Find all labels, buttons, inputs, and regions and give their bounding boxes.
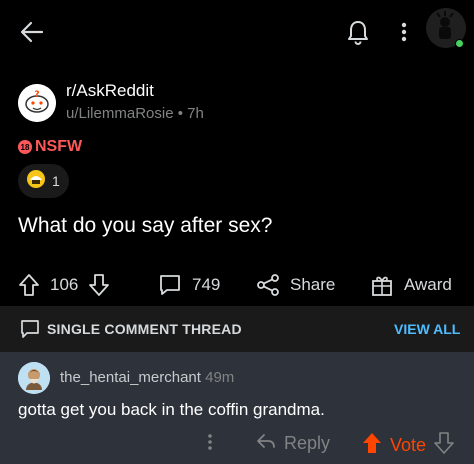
- commenter-avatar[interactable]: [18, 362, 50, 394]
- post-age: 7h: [187, 105, 204, 122]
- nsfw-tag: 18 NSFW: [18, 138, 82, 156]
- comment-more-icon[interactable]: [204, 432, 216, 452]
- thread-comment-icon: [20, 319, 40, 344]
- upvote-filled-icon[interactable]: [362, 432, 382, 459]
- reply-label: Reply: [284, 433, 331, 453]
- award-count: 1: [52, 173, 60, 189]
- comment-header: the_hentai_merchant 49m: [60, 369, 234, 386]
- award-helmet-icon: [26, 169, 46, 194]
- back-arrow-icon[interactable]: [18, 18, 46, 46]
- reply-button[interactable]: Reply: [256, 432, 330, 455]
- top-bar: [0, 0, 474, 64]
- comment-count: 749: [192, 275, 221, 294]
- vote-control: Vote: [362, 432, 454, 459]
- downvote-outline-icon[interactable]: [434, 432, 454, 459]
- award-button[interactable]: Award: [370, 270, 452, 300]
- post-meta: u/LilemmaRosie • 7h: [66, 105, 204, 122]
- bell-icon[interactable]: [344, 18, 372, 46]
- view-all-link[interactable]: VIEW ALL: [394, 321, 460, 337]
- nsfw-18-badge: 18: [18, 140, 32, 154]
- online-status-dot: [455, 39, 464, 48]
- meta-separator: •: [177, 105, 183, 122]
- award-label: Award: [404, 275, 452, 294]
- more-vertical-icon[interactable]: [394, 18, 414, 46]
- thread-label: SINGLE COMMENT THREAD: [47, 321, 242, 337]
- share-label: Share: [290, 275, 336, 294]
- upvote-arrow-icon[interactable]: [18, 273, 40, 297]
- comment-bubble-icon: [158, 273, 182, 297]
- vote-label: Vote: [390, 435, 427, 455]
- subreddit-icon[interactable]: ?: [18, 84, 56, 122]
- vote-group: 106: [18, 270, 110, 300]
- award-pill[interactable]: 1: [18, 164, 69, 198]
- comment-username[interactable]: the_hentai_merchant: [60, 369, 201, 386]
- reply-arrow-icon: [256, 432, 276, 455]
- nsfw-label: NSFW: [35, 138, 83, 155]
- share-button[interactable]: Share: [256, 270, 335, 300]
- comment-body: gotta get you back in the coffin grandma…: [18, 400, 325, 419]
- post-author[interactable]: u/LilemmaRosie: [66, 105, 174, 122]
- subreddit-name[interactable]: r/AskReddit: [66, 81, 154, 101]
- gift-icon: [370, 273, 394, 297]
- comments-button[interactable]: 749: [158, 270, 220, 300]
- comment: the_hentai_merchant 49m gotta get you ba…: [0, 352, 474, 464]
- share-icon: [256, 273, 280, 297]
- single-thread-bar: SINGLE COMMENT THREAD VIEW ALL: [0, 306, 474, 352]
- post-actions: 106 749 Share Award: [0, 270, 474, 302]
- comment-age: 49m: [205, 369, 235, 386]
- post-title[interactable]: What do you say after sex?: [18, 214, 272, 238]
- upvote-count: 106: [50, 275, 79, 294]
- downvote-arrow-icon[interactable]: [88, 273, 110, 297]
- svg-text:?: ?: [34, 90, 39, 100]
